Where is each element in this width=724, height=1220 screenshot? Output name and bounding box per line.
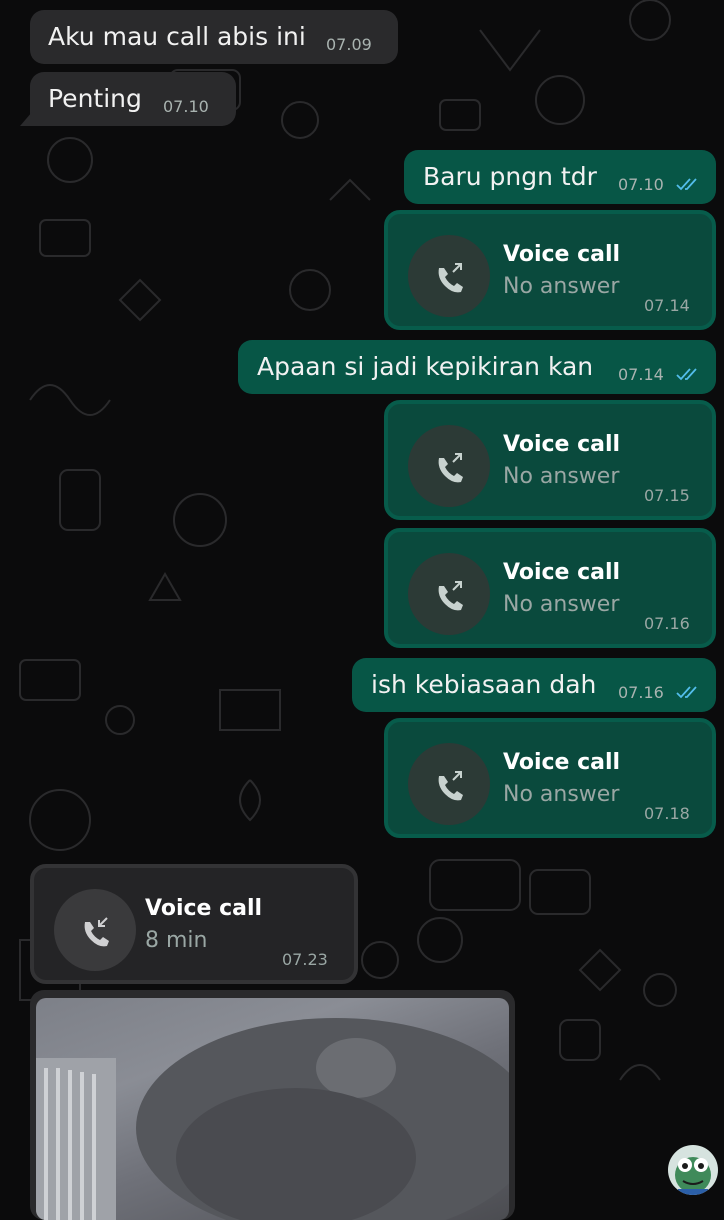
phone-outgoing-arrow-icon xyxy=(438,771,463,801)
call-status: No answer xyxy=(503,782,620,807)
call-status: No answer xyxy=(503,464,620,489)
message-text: Aku mau call abis ini xyxy=(48,22,306,51)
call-title: Voice call xyxy=(503,432,621,457)
photo-content xyxy=(36,1018,509,1220)
message-time: 07.14 xyxy=(618,365,664,384)
call-status: 8 min xyxy=(145,928,208,953)
incoming-message[interactable]: Penting 07.10 xyxy=(30,72,236,126)
call-icon-circle xyxy=(408,553,490,635)
message-text: Baru pngn tdr xyxy=(423,162,597,191)
message-time: 07.15 xyxy=(644,486,690,505)
photo-message[interactable] xyxy=(30,990,515,1220)
phone-outgoing-arrow-icon xyxy=(438,263,463,293)
message-text: Apaan si jadi kepikiran kan xyxy=(257,352,594,381)
voice-call-card[interactable]: Voice call No answer 07.15 xyxy=(384,400,716,520)
message-time: 07.10 xyxy=(163,97,209,116)
message-text: ish kebiasaan dah xyxy=(371,670,597,699)
double-check-icon xyxy=(676,686,697,699)
bubble-tail xyxy=(20,112,32,126)
call-title: Voice call xyxy=(503,560,621,585)
double-check-icon xyxy=(676,178,697,191)
call-icon-circle xyxy=(408,743,490,825)
voice-call-card[interactable]: Voice call No answer 07.16 xyxy=(384,528,716,648)
frog-avatar-icon xyxy=(675,1157,711,1195)
voice-call-card[interactable]: Voice call No answer 07.14 xyxy=(384,210,716,330)
message-time: 07.10 xyxy=(618,175,664,194)
avatar[interactable] xyxy=(668,1145,718,1195)
call-status: No answer xyxy=(503,592,620,617)
call-title: Voice call xyxy=(145,896,263,921)
voice-call-card[interactable]: Voice call 8 min 07.23 xyxy=(30,864,358,984)
phone-outgoing-arrow-icon xyxy=(438,581,463,611)
message-time: 07.09 xyxy=(326,35,372,54)
message-text: Penting xyxy=(48,84,142,113)
call-icon-circle xyxy=(54,889,136,971)
message-time: 07.14 xyxy=(644,296,690,315)
message-time: 07.16 xyxy=(618,683,664,702)
message-time: 07.18 xyxy=(644,804,690,823)
phone-outgoing-arrow-icon xyxy=(438,453,463,483)
photo-thumbnail[interactable] xyxy=(36,998,509,1220)
call-title: Voice call xyxy=(503,242,621,267)
incoming-message[interactable]: Aku mau call abis ini 07.09 xyxy=(30,10,398,64)
phone-incoming-arrow-icon xyxy=(84,917,109,947)
call-icon-circle xyxy=(408,425,490,507)
voice-call-card[interactable]: Voice call No answer 07.18 xyxy=(384,718,716,838)
message-time: 07.23 xyxy=(282,950,328,969)
outgoing-message[interactable]: Apaan si jadi kepikiran kan 07.14 xyxy=(238,340,716,394)
chat-area[interactable]: Aku mau call abis ini 07.09 Penting 07.1… xyxy=(0,0,724,1220)
call-icon-circle xyxy=(408,235,490,317)
outgoing-message[interactable]: ish kebiasaan dah 07.16 xyxy=(352,658,716,712)
call-title: Voice call xyxy=(503,750,621,775)
call-status: No answer xyxy=(503,274,620,299)
outgoing-message[interactable]: Baru pngn tdr 07.10 xyxy=(404,150,716,204)
message-time: 07.16 xyxy=(644,614,690,633)
double-check-icon xyxy=(676,368,697,381)
